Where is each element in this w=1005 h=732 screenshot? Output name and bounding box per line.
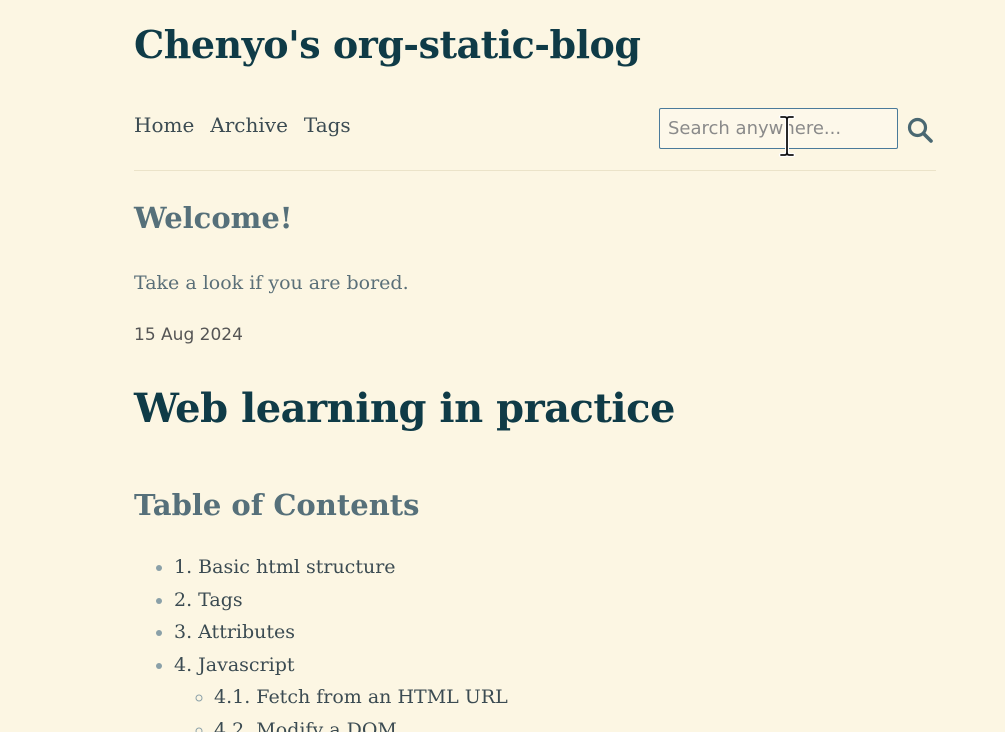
header-divider (134, 170, 936, 171)
toc-subitem: 4.1. Fetch from an HTML URL (214, 681, 508, 714)
toc-item: 3. Attributes (174, 616, 508, 649)
site-title[interactable]: Chenyo's org-static-blog (134, 22, 641, 67)
toc-item: 2. Tags (174, 584, 508, 617)
welcome-text: Take a look if you are bored. (134, 272, 409, 294)
toc-list: 1. Basic html structure 2. Tags 3. Attri… (134, 551, 508, 732)
welcome-heading: Welcome! (134, 201, 293, 235)
nav-archive[interactable]: Archive (210, 113, 288, 137)
toc-link-tags[interactable]: 2. Tags (174, 589, 243, 611)
toc-link-fetch-html-url[interactable]: 4.1. Fetch from an HTML URL (214, 686, 508, 708)
post-title[interactable]: Web learning in practice (134, 385, 675, 432)
toc-link-javascript[interactable]: 4. Javascript (174, 654, 295, 676)
toc-item: 1. Basic html structure (174, 551, 508, 584)
nav-tags[interactable]: Tags (304, 113, 351, 137)
toc-subitem: 4.2. Modify a DOM (214, 714, 508, 732)
toc-link-modify-dom[interactable]: 4.2. Modify a DOM (214, 719, 397, 732)
post-date: 15 Aug 2024 (134, 325, 243, 345)
toc-heading: Table of Contents (134, 488, 420, 522)
toc-link-attributes[interactable]: 3. Attributes (174, 621, 295, 643)
toc-item: 4. Javascript 4.1. Fetch from an HTML UR… (174, 649, 508, 732)
toc-sublist: 4.1. Fetch from an HTML URL 4.2. Modify … (174, 681, 508, 732)
search-icon[interactable] (906, 116, 934, 144)
toc-link-basic-html[interactable]: 1. Basic html structure (174, 556, 396, 578)
search-input[interactable] (659, 108, 898, 149)
main-nav: Home Archive Tags (134, 113, 351, 137)
nav-home[interactable]: Home (134, 113, 194, 137)
